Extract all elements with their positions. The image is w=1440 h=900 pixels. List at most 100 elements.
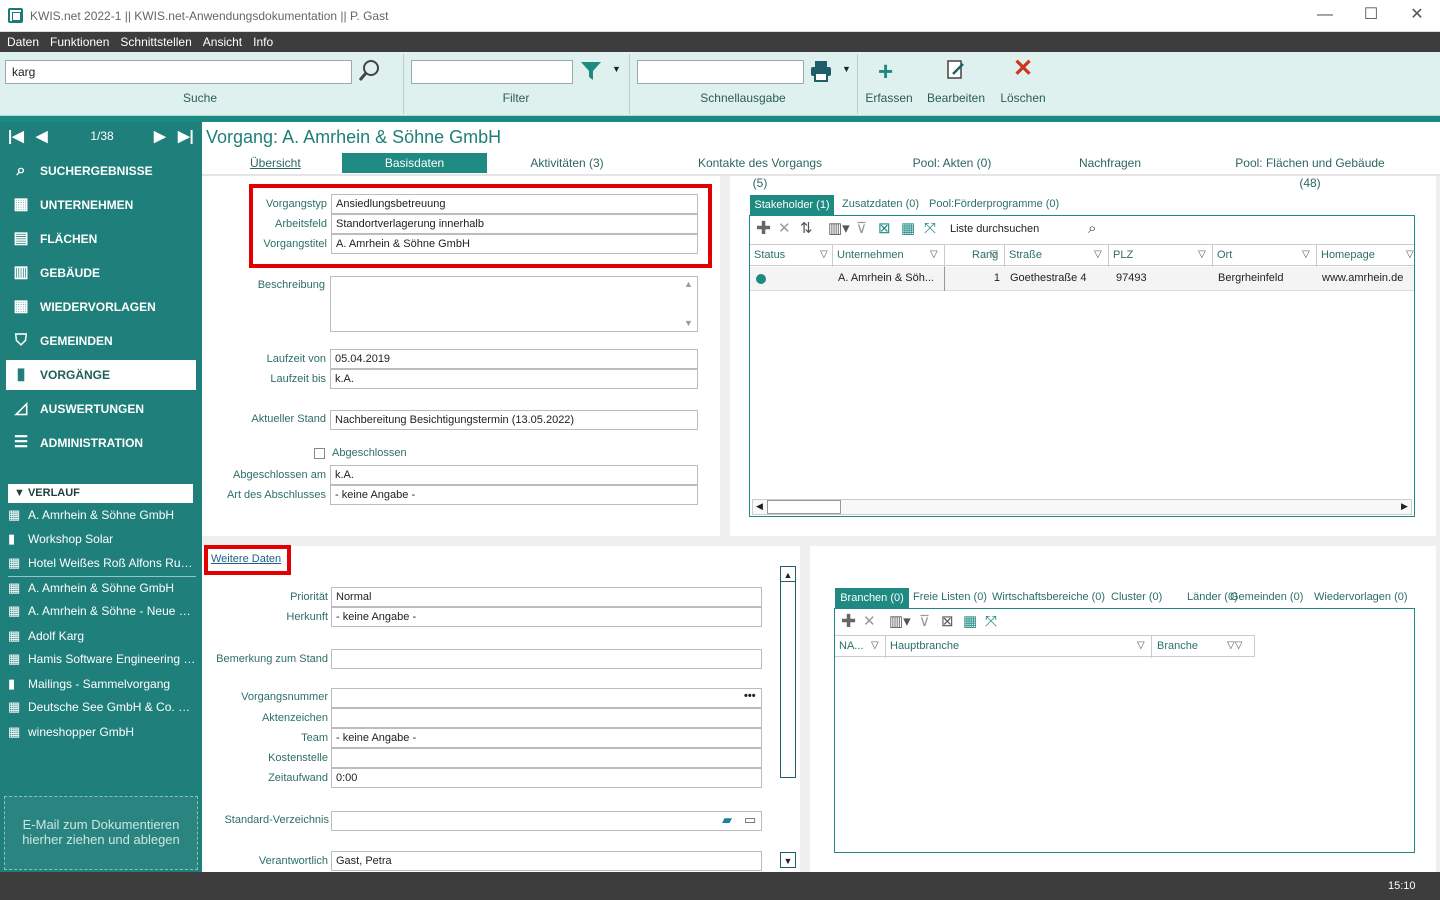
menu-funktionen[interactable]: Funktionen <box>43 32 113 49</box>
filter-icon[interactable]: ▽ <box>820 249 828 260</box>
tab-zusatzdaten[interactable]: Zusatzdaten (0) <box>842 198 919 210</box>
tab-pool-flaechen[interactable]: Pool: Flächen und Gebäude (48) <box>1230 153 1390 190</box>
filter-icon[interactable]: ▽ <box>990 249 998 260</box>
chevron-down-icon[interactable]: ▼ <box>842 64 851 74</box>
horizontal-scrollbar[interactable]: ◀ ▶ <box>752 499 1412 515</box>
column-branche[interactable]: Branche <box>1157 640 1198 652</box>
printer-icon[interactable] <box>810 60 832 82</box>
prioritaet-field[interactable]: Normal <box>331 587 762 607</box>
tab-uebersicht[interactable]: Übersicht <box>250 153 301 173</box>
filter-icon[interactable]: ▽ <box>1198 249 1206 260</box>
nav-administration[interactable]: ☰ ADMINISTRATION <box>6 428 196 458</box>
column-ort[interactable]: Ort <box>1217 249 1232 261</box>
tab-nachfragen[interactable]: Nachfragen <box>1077 153 1143 173</box>
edit-button[interactable]: Bearbeiten <box>925 56 987 110</box>
scroll-down-icon[interactable]: ▼ <box>684 318 693 328</box>
column-status[interactable]: Status <box>754 249 785 261</box>
tab-foerderprogramme[interactable]: Pool:Förderprogramme (0) <box>929 198 1059 210</box>
laufzeit-bis-field[interactable]: k.A. <box>330 369 698 389</box>
scrollbar-thumb[interactable] <box>767 500 841 514</box>
vorgangsnummer-field[interactable] <box>331 688 762 708</box>
folder-icon[interactable]: ▭ <box>744 812 756 828</box>
history-item[interactable]: ▦ A. Amrhein & Söhne - Neue Pr... <box>6 600 196 622</box>
zeitaufwand-field[interactable]: 0:00 <box>331 768 762 788</box>
stand-field[interactable]: Nachbereitung Besichtigungstermin (13.05… <box>330 410 698 430</box>
clear-filter-icon[interactable]: ⊽ <box>856 221 867 237</box>
expand-icon[interactable]: ⤧ <box>924 221 936 237</box>
close-window-button[interactable]: ✕ <box>1394 4 1440 28</box>
filter-icon[interactable]: ▽ <box>930 249 938 260</box>
filter-input[interactable] <box>411 60 573 84</box>
history-header[interactable]: ▼ VERLAUF <box>8 484 193 503</box>
kostenstelle-field[interactable] <box>331 748 762 768</box>
nav-unternehmen[interactable]: ▦ UNTERNEHMEN <box>6 190 196 220</box>
nav-vorgaenge[interactable]: ▮ VORGÄNGE <box>6 360 196 390</box>
excel-icon[interactable]: ⊠ <box>878 221 891 237</box>
column-hauptbranche[interactable]: Hauptbranche <box>890 640 959 652</box>
first-page-icon[interactable]: |◀ <box>8 127 24 145</box>
tab-freie-listen[interactable]: Freie Listen (0) <box>913 591 987 603</box>
nav-wiedervorlagen[interactable]: ▦ WIEDERVORLAGEN <box>6 292 196 322</box>
abgeschlossen-checkbox[interactable] <box>314 448 325 459</box>
search-icon[interactable] <box>358 58 382 82</box>
history-item[interactable]: ▮ Workshop Solar <box>6 528 196 550</box>
scroll-left-icon[interactable]: ◀ <box>756 501 763 512</box>
tab-gemeinden[interactable]: Gemeinden (0) <box>1230 591 1303 603</box>
team-field[interactable]: - keine Angabe - <box>331 728 762 748</box>
chevron-down-icon[interactable]: ▼ <box>612 64 621 74</box>
history-item[interactable]: ▮ Mailings - Sammelvorgang <box>6 673 196 695</box>
search-icon[interactable]: ⌕ <box>1088 220 1096 237</box>
scroll-right-icon[interactable]: ▶ <box>1401 501 1408 512</box>
plus-icon[interactable]: ✚ <box>841 612 856 630</box>
abgeschlossen-am-field[interactable]: k.A. <box>330 465 698 485</box>
history-item[interactable]: ▦ Deutsche See GmbH & Co. KG... <box>6 696 196 718</box>
layout-icon[interactable]: ▦ <box>901 221 915 237</box>
history-item[interactable]: ▦ A. Amrhein & Söhne GmbH <box>6 577 196 599</box>
menu-ansicht[interactable]: Ansicht <box>196 32 246 49</box>
create-button[interactable]: + Erfassen <box>865 56 912 110</box>
columns-icon[interactable]: ▥▾ <box>828 221 850 237</box>
tab-branchen[interactable]: Branchen (0) <box>835 588 909 608</box>
filter-icon[interactable]: ▽ <box>1094 249 1102 260</box>
column-strasse[interactable]: Straße <box>1009 249 1042 261</box>
tab-cluster[interactable]: Cluster (0) <box>1111 591 1162 603</box>
close-icon[interactable]: ✕ <box>778 221 791 237</box>
tab-basisdaten[interactable]: Basisdaten <box>342 153 487 173</box>
tab-kontakte[interactable]: Kontakte des Vorgangs (5) <box>690 153 830 190</box>
verantwortlich-field[interactable]: Gast, Petra <box>331 851 762 871</box>
excel-icon[interactable]: ⊠ <box>941 614 954 630</box>
filter-icon[interactable]: ▽ <box>1137 640 1145 651</box>
arbeitsfeld-field[interactable]: Standortverlagerung innerhalb <box>331 214 698 234</box>
menu-schnittstellen[interactable]: Schnittstellen <box>113 32 195 49</box>
tab-wirtschaftsbereiche[interactable]: Wirtschaftsbereiche (0) <box>992 591 1105 603</box>
email-drop-zone[interactable]: E-Mail zum Dokumentieren hierher ziehen … <box>4 796 198 870</box>
clear-filter-icon[interactable]: ⊽ <box>919 614 930 630</box>
folder-open-icon[interactable]: ▰ <box>722 812 732 828</box>
art-abschluss-field[interactable]: - keine Angabe - <box>330 485 698 505</box>
scroll-up-icon[interactable]: ▲ <box>684 279 693 289</box>
laufzeit-von-field[interactable]: 05.04.2019 <box>330 349 698 369</box>
filter-icon[interactable]: ▽ <box>1406 249 1414 260</box>
filter-icon[interactable]: ▽▽ <box>1227 640 1242 651</box>
table-row[interactable]: A. Amrhein & Söh... 1 Goethestraße 4 974… <box>750 267 1414 291</box>
aktenzeichen-field[interactable] <box>331 708 762 728</box>
nav-gebaeude[interactable]: ▥ GEBÄUDE <box>6 258 196 288</box>
filter-icon[interactable]: ▽ <box>871 640 879 651</box>
layout-icon[interactable]: ▦ <box>963 614 977 630</box>
sort-icon[interactable]: ⇅ <box>800 221 813 237</box>
tab-stakeholder[interactable]: Stakeholder (1) <box>750 195 834 215</box>
columns-icon[interactable]: ▥▾ <box>889 614 911 630</box>
search-input[interactable]: karg <box>5 60 352 84</box>
tab-wiedervorlagen[interactable]: Wiedervorlagen (0) <box>1314 591 1408 603</box>
tab-pool-akten[interactable]: Pool: Akten (0) <box>912 153 992 173</box>
bemerkung-field[interactable] <box>331 649 762 669</box>
vertical-scrollbar[interactable] <box>780 566 796 778</box>
vorgangstitel-field[interactable]: A. Amrhein & Söhne GmbH <box>331 234 698 254</box>
grid-search-input[interactable]: Liste durchsuchen <box>948 221 1090 239</box>
next-icon[interactable]: ▶ <box>154 127 166 145</box>
more-icon[interactable]: ••• <box>744 690 756 702</box>
history-item[interactable]: ▦ wineshopper GmbH <box>6 721 196 743</box>
scroll-down-icon[interactable]: ▼ <box>780 852 796 868</box>
column-plz[interactable]: PLZ <box>1113 249 1133 261</box>
column-homepage[interactable]: Homepage <box>1321 249 1375 261</box>
